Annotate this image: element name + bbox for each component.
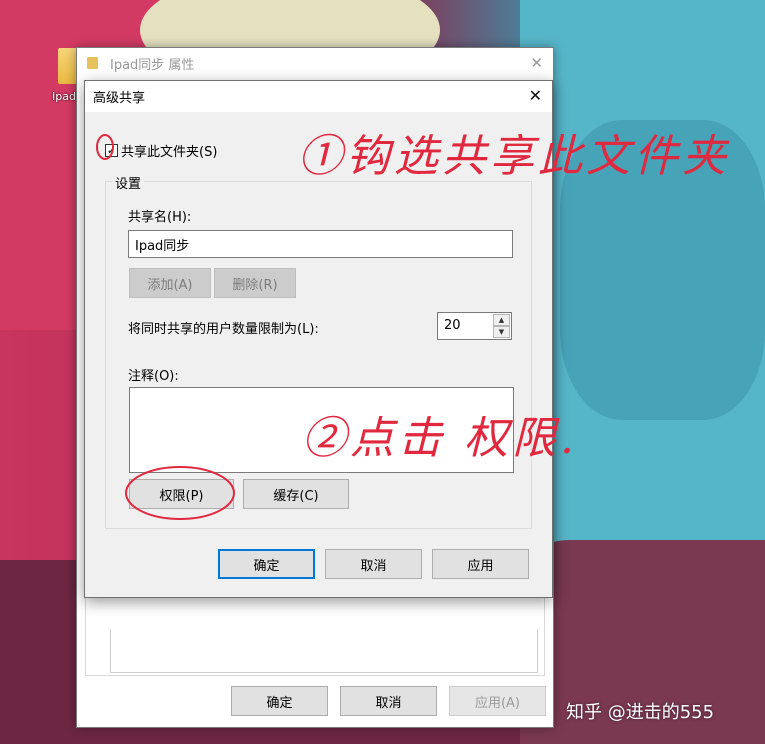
settings-group: 设置 共享名(H): Ipad同步 添加(A) 删除(R) 将同时共享的用户数量… [105,173,532,529]
properties-cancel-button[interactable]: 取消 [340,686,437,716]
advanced-sharing-dialog: 高级共享 ✕ ✓ 共享此文件夹(S) 设置 共享名(H): Ipad同步 添加(… [84,80,553,598]
background-paint-teal-shade [560,120,765,420]
properties-apply-button[interactable]: 应用(A) [449,686,546,716]
dialog-titlebar: 高级共享 [85,81,552,112]
close-icon[interactable]: ✕ [529,86,542,105]
properties-ok-button[interactable]: 确定 [231,686,328,716]
user-limit-stepper[interactable]: 20 ▲ ▼ [437,312,512,340]
properties-title: Ipad同步 属性 [110,57,195,73]
share-name-input[interactable]: Ipad同步 [128,230,513,258]
share-folder-checkbox[interactable]: ✓ [105,144,118,157]
comment-label: 注释(O): [128,369,179,384]
dialog-title: 高级共享 [93,91,146,106]
spin-up-icon[interactable]: ▲ [493,314,510,326]
settings-legend: 设置 [112,173,145,192]
properties-titlebar: Ipad同步 属性 [77,48,553,78]
caching-button[interactable]: 缓存(C) [243,479,349,509]
spin-down-icon[interactable]: ▼ [493,326,510,338]
share-folder-label: 共享此文件夹(S) [121,145,218,160]
dialog-ok-button[interactable]: 确定 [218,549,315,579]
close-icon[interactable]: ✕ [530,54,543,72]
dialog-apply-button[interactable]: 应用 [432,549,529,579]
add-button[interactable]: 添加(A) [129,268,211,298]
user-limit-label: 将同时共享的用户数量限制为(L): [128,322,319,337]
dialog-cancel-button[interactable]: 取消 [325,549,422,579]
user-limit-value[interactable]: 20 [444,318,461,333]
properties-button-row: 确定 取消 应用(A) [231,686,546,716]
permissions-button[interactable]: 权限(P) [129,479,234,509]
checkmark-icon: ✓ [106,144,117,157]
comment-textarea[interactable] [129,387,514,473]
remove-button[interactable]: 删除(R) [214,268,296,298]
watermark: 知乎 @进击的555 [566,702,715,723]
share-folder-option[interactable]: ✓ 共享此文件夹(S) [105,141,217,160]
share-name-label: 共享名(H): [128,210,192,225]
folder-icon [87,57,98,69]
dialog-button-row: 确定 取消 应用 [218,549,529,579]
properties-listbox [110,629,538,673]
